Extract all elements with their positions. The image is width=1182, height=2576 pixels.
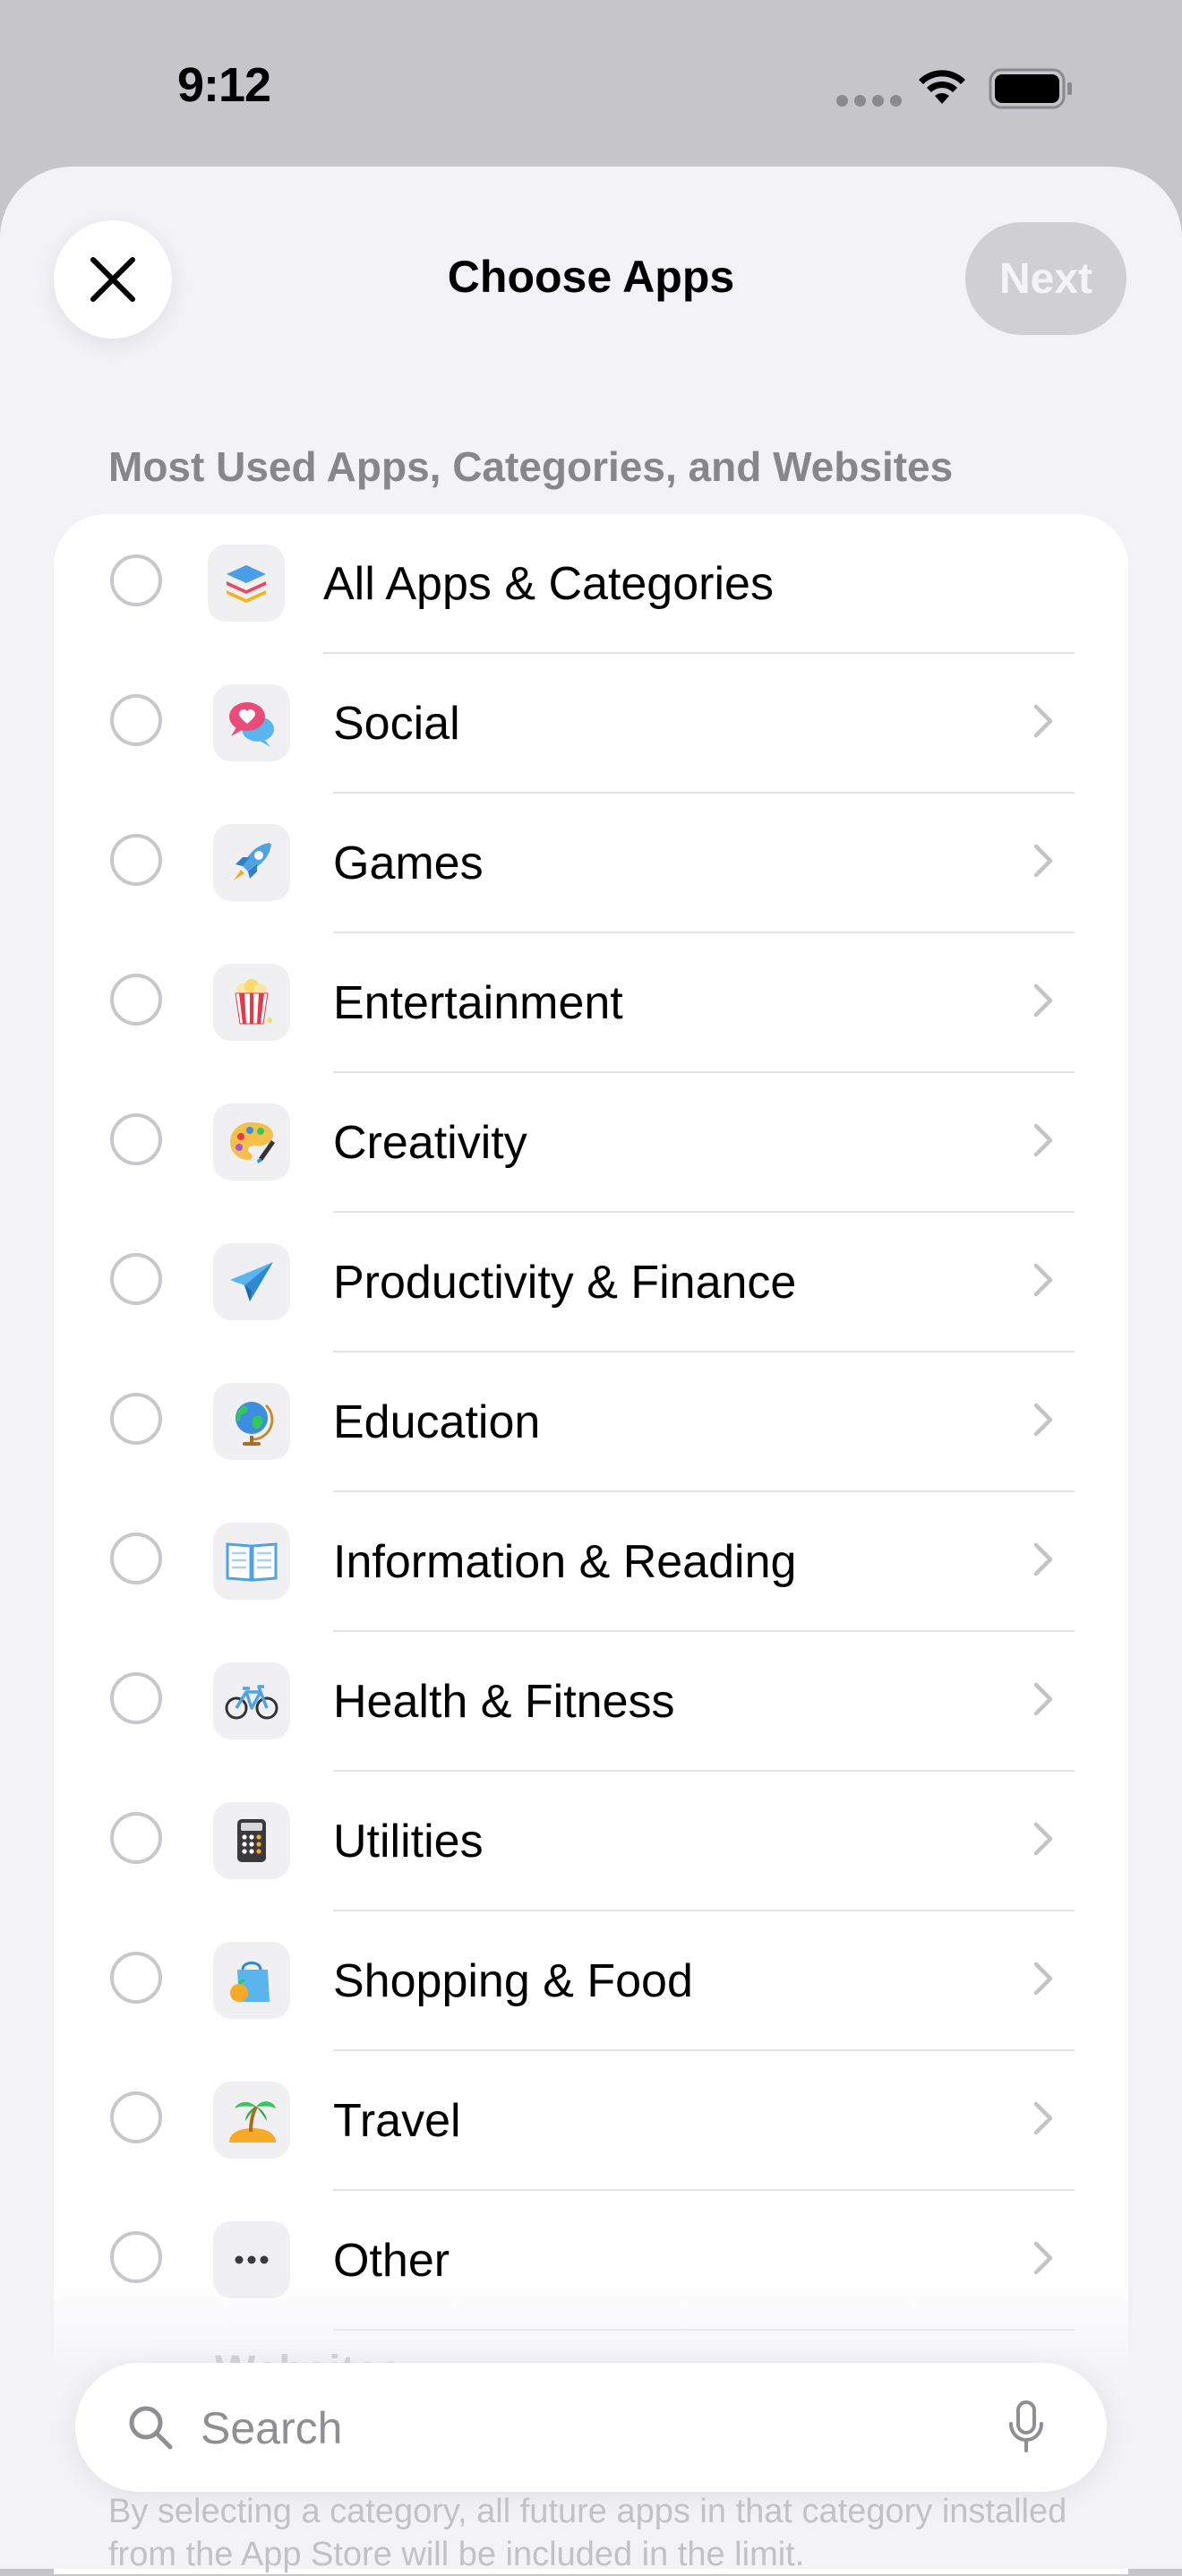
list-item-education[interactable]: Education xyxy=(54,1352,1128,1492)
selection-radio[interactable] xyxy=(110,974,162,1026)
wifi-icon xyxy=(919,70,965,104)
selection-radio[interactable] xyxy=(110,1672,162,1724)
list-item-creativity[interactable]: Creativity xyxy=(54,1073,1128,1213)
list-item-health-fitness[interactable]: Health & Fitness xyxy=(54,1632,1128,1772)
chevron-right-icon xyxy=(1033,2241,1053,2275)
search-bar[interactable]: Search xyxy=(75,2363,1107,2492)
microphone-icon[interactable] xyxy=(1006,2399,1046,2456)
next-button[interactable]: Next xyxy=(965,222,1126,335)
selection-radio[interactable] xyxy=(110,1253,162,1305)
selection-radio[interactable] xyxy=(110,1952,162,2004)
list-item-social[interactable]: Social xyxy=(54,654,1128,794)
popcorn-icon xyxy=(213,964,290,1041)
selection-radio[interactable] xyxy=(110,2091,162,2143)
list-item-games[interactable]: Games xyxy=(54,794,1128,933)
selection-radio[interactable] xyxy=(110,1113,162,1165)
chevron-right-icon xyxy=(1033,1403,1053,1437)
list-item-label: Shopping & Food xyxy=(333,1955,693,2007)
chevron-right-icon xyxy=(1033,1263,1053,1297)
chevron-right-icon xyxy=(1033,2101,1053,2135)
battery-icon xyxy=(989,68,1072,109)
list-item-productivity-finance[interactable]: Productivity & Finance xyxy=(54,1213,1128,1352)
chevron-right-icon xyxy=(1033,1123,1053,1157)
footer-note: By selecting a category, all future apps… xyxy=(108,2493,1067,2573)
bicycle-icon xyxy=(213,1662,290,1739)
status-time: 9:12 xyxy=(177,58,271,112)
chevron-right-icon xyxy=(1033,1822,1053,1856)
palm-tree-icon xyxy=(213,2082,290,2159)
search-input[interactable]: Search xyxy=(201,2402,342,2454)
shopping-bag-icon xyxy=(213,1942,290,2019)
list-item-shopping-food[interactable]: Shopping & Food xyxy=(54,1911,1128,2051)
selection-radio[interactable] xyxy=(110,1533,162,1584)
chevron-right-icon xyxy=(1033,1682,1053,1716)
calculator-icon xyxy=(213,1802,290,1879)
globe-icon xyxy=(213,1383,290,1460)
chevron-right-icon xyxy=(1033,983,1053,1018)
list-item-label: Travel xyxy=(333,2095,461,2147)
selection-radio[interactable] xyxy=(110,554,162,606)
list-item-label: Entertainment xyxy=(333,977,623,1029)
rocket-icon xyxy=(213,824,290,901)
speech-bubbles-icon xyxy=(213,684,290,761)
list-item-label: All Apps & Categories xyxy=(323,558,774,610)
chevron-right-icon xyxy=(1033,1542,1053,1576)
list-item-label: Health & Fitness xyxy=(333,1676,675,1728)
book-icon xyxy=(213,1523,290,1600)
selection-radio[interactable] xyxy=(110,1393,162,1445)
list-item-label: Information & Reading xyxy=(333,1536,797,1588)
category-list: All Apps & Categories Social Games Enter… xyxy=(54,514,1128,2574)
list-item-label: Creativity xyxy=(333,1117,527,1169)
list-item-label: Utilities xyxy=(333,1816,484,1868)
list-item-label: Games xyxy=(333,837,484,889)
chevron-right-icon xyxy=(1033,704,1053,738)
section-header: Most Used Apps, Categories, and Websites xyxy=(108,443,954,490)
stack-icon xyxy=(208,545,285,622)
selection-radio[interactable] xyxy=(110,694,162,746)
chevron-right-icon xyxy=(1033,1962,1053,1996)
list-item-label: Productivity & Finance xyxy=(333,1257,797,1309)
choose-apps-sheet: Choose Apps Next Most Used Apps, Categor… xyxy=(0,167,1182,2574)
list-item-utilities[interactable]: Utilities xyxy=(54,1772,1128,1911)
list-item-information-reading[interactable]: Information & Reading xyxy=(54,1492,1128,1632)
list-item-all-apps[interactable]: All Apps & Categories xyxy=(54,514,1128,654)
list-item-label: Education xyxy=(333,1396,541,1448)
selection-radio[interactable] xyxy=(110,834,162,886)
list-item-travel[interactable]: Travel xyxy=(54,2051,1128,2191)
paper-plane-icon xyxy=(213,1243,290,1320)
status-bar: 9:12 xyxy=(0,0,1182,170)
search-icon xyxy=(129,2406,173,2450)
selection-radio[interactable] xyxy=(110,1812,162,1864)
list-item-entertainment[interactable]: Entertainment xyxy=(54,933,1128,1073)
list-item-label: Social xyxy=(333,698,460,750)
palette-icon xyxy=(213,1103,290,1181)
cellular-signal-icon xyxy=(836,95,908,111)
chevron-right-icon xyxy=(1033,844,1053,878)
